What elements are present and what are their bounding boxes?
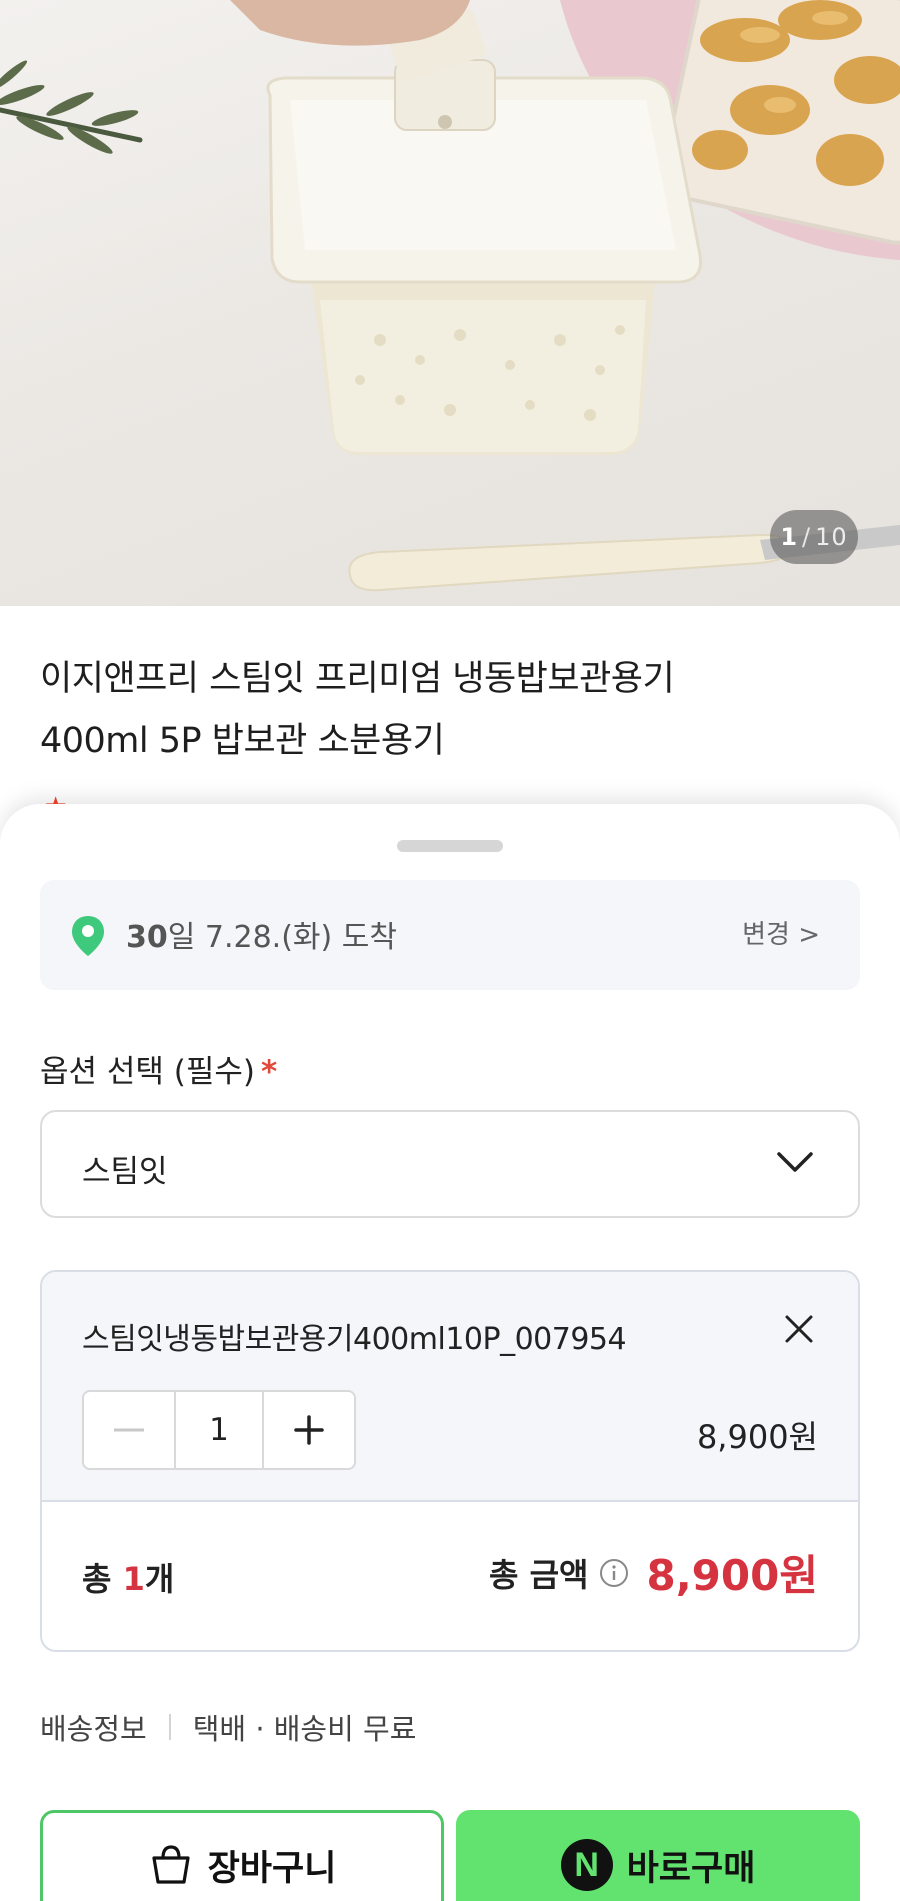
product-image-gallery[interactable]: 1 / 10: [0, 0, 900, 606]
option-bottom-sheet: 30일 7.28.(화) 도착 변경 > 옵션 선택 (필수) * 스팀잇 스팀잇…: [0, 804, 900, 1901]
buy-now-label: 바로구매: [626, 1848, 756, 1889]
shopping-bag-icon: [151, 1845, 190, 1884]
option-select-label: 옵션 선택 (필수) *: [40, 1046, 277, 1091]
page-current: 1: [780, 523, 799, 551]
minus-icon: [114, 1428, 144, 1432]
buy-now-button[interactable]: N 바로구매: [456, 1810, 860, 1901]
selected-item-card: 스팀잇냉동밥보관용기400ml10P_007954 1 8,900원 총 1개 …: [40, 1270, 860, 1652]
add-to-cart-label: 장바구니: [207, 1848, 337, 1889]
product-title: 이지앤프리 스팀잇 프리미엄 냉동밥보관용기 400ml 5P 밥보관 소분용기: [40, 648, 860, 772]
location-pin-icon: [72, 916, 104, 956]
delivery-date: 30일 7.28.(화) 도착: [126, 912, 397, 956]
option-dropdown[interactable]: 스팀잇: [40, 1110, 860, 1218]
option-label-text: 옵션 선택 (필수): [40, 1054, 256, 1090]
option-dropdown-value: 스팀잇: [82, 1154, 168, 1190]
total-count: 총 1개: [82, 1554, 174, 1600]
info-icon[interactable]: [599, 1558, 629, 1588]
page-total: 10: [815, 523, 848, 551]
required-mark: *: [261, 1054, 278, 1090]
quantity-stepper: 1: [82, 1390, 356, 1470]
delivery-info-box: 30일 7.28.(화) 도착 변경 >: [40, 880, 860, 990]
shipping-info-value: 택배 · 배송비 무료: [192, 1712, 417, 1746]
total-amount-value: 8,900원: [646, 1551, 819, 1600]
total-count-suffix: 개: [144, 1560, 175, 1598]
product-photo: [0, 0, 900, 592]
close-icon[interactable]: [784, 1314, 814, 1344]
chevron-down-icon: [777, 1152, 813, 1172]
shipping-info: 배송정보 택배 · 배송비 무료: [40, 1706, 416, 1748]
total-amount-label: 총 금액: [489, 1555, 589, 1594]
total-count-prefix: 총: [82, 1560, 123, 1598]
plus-icon: [294, 1415, 324, 1445]
quantity-increase-button[interactable]: [264, 1392, 354, 1468]
add-to-cart-button[interactable]: 장바구니: [40, 1810, 444, 1901]
product-title-line1: 이지앤프리 스팀잇 프리미엄 냉동밥보관용기: [40, 659, 675, 699]
delivery-date-prefix: 30: [126, 920, 168, 955]
delivery-change-link[interactable]: 변경 >: [742, 914, 820, 951]
selected-item-price: 8,900원: [696, 1418, 818, 1456]
total-count-number: 1: [122, 1560, 145, 1598]
quantity-decrease-button[interactable]: [84, 1392, 174, 1468]
shipping-divider: [168, 1714, 171, 1740]
naver-pay-logo: N: [560, 1839, 613, 1891]
delivery-date-text: 일 7.28.(화) 도착: [167, 920, 397, 955]
product-title-line2: 400ml 5P 밥보관 소분용기: [40, 721, 445, 761]
page-separator: /: [802, 523, 812, 551]
shipping-info-label: 배송정보: [40, 1712, 147, 1746]
image-page-counter: 1 / 10: [770, 510, 858, 564]
selected-item-top: 스팀잇냉동밥보관용기400ml10P_007954 1 8,900원: [42, 1272, 858, 1502]
sheet-drag-handle[interactable]: [397, 840, 503, 852]
total-amount: 총 금액 8,900원: [489, 1542, 818, 1603]
selected-item-name: 스팀잇냉동밥보관용기400ml10P_007954: [82, 1322, 627, 1357]
quantity-value[interactable]: 1: [174, 1392, 264, 1468]
